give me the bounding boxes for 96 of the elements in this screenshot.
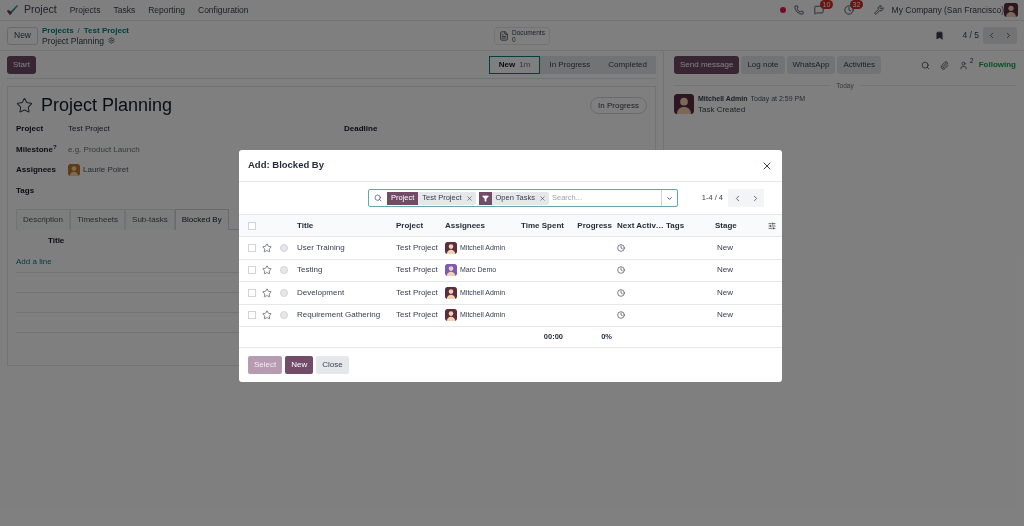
table-cell-text: New <box>716 264 734 277</box>
column-header: Title <box>48 234 65 247</box>
record-name: Project Planning <box>42 35 104 46</box>
chatter-button[interactable]: Send message <box>674 56 740 74</box>
column-header[interactable]: Next Activ… <box>612 219 666 232</box>
star-icon[interactable] <box>262 242 272 253</box>
task-title: Project Planning <box>41 94 173 117</box>
table-cell-text: Requirement Gathering <box>297 309 382 322</box>
menu-item[interactable]: Configuration <box>198 3 249 17</box>
stage-button[interactable]: New 1m <box>488 55 541 74</box>
table-cell-text: Test Project <box>396 264 439 277</box>
column-header[interactable]: Progress <box>563 219 612 232</box>
breadcrumb-separator: / <box>77 25 80 36</box>
search-icon[interactable] <box>920 60 930 70</box>
tab[interactable]: Blocked By <box>174 209 229 230</box>
user-avatar <box>1004 3 1018 17</box>
messages-icon[interactable] <box>813 5 824 15</box>
remove-icon[interactable] <box>465 194 473 202</box>
chatter-button[interactable]: Activities <box>837 56 881 74</box>
clock-icon[interactable] <box>617 288 625 297</box>
assignee-name[interactable]: Laurie Poiret <box>83 164 129 177</box>
activities-icon[interactable] <box>843 5 854 15</box>
clock-icon[interactable] <box>617 311 625 320</box>
field-label: Milestone$^{?}$ <box>16 143 58 156</box>
column-settings-icon[interactable] <box>768 221 776 230</box>
menu-item[interactable]: Reporting <box>148 3 185 17</box>
row-checkbox[interactable] <box>248 243 256 252</box>
chatter-button[interactable]: WhatsApp <box>786 56 836 74</box>
clock-icon[interactable] <box>617 266 625 275</box>
chevron-right-icon <box>1004 31 1013 40</box>
remove-icon[interactable] <box>539 194 546 202</box>
star-icon[interactable] <box>262 265 272 276</box>
column-header[interactable]: Stage <box>715 219 763 232</box>
row-checkbox[interactable] <box>248 311 256 320</box>
record-pager: 4 / 5 <box>962 29 979 42</box>
settings-icon[interactable] <box>107 37 115 44</box>
column-header[interactable]: Title <box>297 219 396 232</box>
row-checkbox[interactable] <box>248 288 256 297</box>
star-icon[interactable] <box>262 287 272 298</box>
field-label: Project <box>16 123 45 136</box>
chevron-left-icon <box>987 31 996 40</box>
document-icon <box>499 30 510 41</box>
milestone-field[interactable]: e.g. Product Launch <box>68 143 140 156</box>
following-button[interactable]: Following <box>978 59 1016 71</box>
field-label: Assignees <box>16 164 58 177</box>
followers-icon[interactable] <box>958 60 968 70</box>
message-body: Task Created <box>698 104 747 117</box>
company-switcher[interactable]: My Company (San Francisco) <box>891 3 1004 17</box>
app-name[interactable]: Project <box>24 2 57 18</box>
field-label: Deadline <box>344 123 378 136</box>
breadcrumb-link[interactable]: Test Project <box>83 25 130 36</box>
table-cell-text: New <box>716 241 734 254</box>
start-button[interactable]: Start <box>7 55 36 74</box>
column-header[interactable]: Project <box>396 219 445 232</box>
dialog-title: Add: Blocked By <box>248 158 324 173</box>
author-avatar <box>674 93 694 114</box>
table-cell-text: Test Project <box>396 309 439 322</box>
menu-item[interactable]: Tasks <box>113 3 136 17</box>
table-cell-text: Development <box>297 286 346 299</box>
field-label: Tags <box>16 184 36 197</box>
table-cell-text: User Training <box>297 241 346 254</box>
table-cell-text: Test Project <box>396 286 439 299</box>
dialog-button[interactable]: Close <box>316 356 349 374</box>
phone-icon[interactable] <box>793 5 804 15</box>
bookmark-icon[interactable] <box>935 31 945 40</box>
debug-icon[interactable] <box>873 5 884 15</box>
new-button[interactable]: New <box>7 26 38 45</box>
table-cell-text: Test Project <box>396 241 439 254</box>
select-all-checkbox[interactable] <box>248 221 256 230</box>
add-line-link[interactable]: Add a line <box>16 255 52 268</box>
paperclip-icon[interactable] <box>939 60 949 70</box>
column-header[interactable]: Time Spent <box>521 219 563 232</box>
column-header[interactable]: Assignees <box>445 219 521 232</box>
star-icon[interactable] <box>16 97 33 114</box>
chatter-button[interactable]: Log note <box>741 56 785 74</box>
stage-button[interactable]: In Progress <box>540 55 600 74</box>
tab[interactable]: Sub-tasks <box>125 209 175 230</box>
field-value[interactable]: Test Project <box>68 123 110 136</box>
row-checkbox[interactable] <box>248 266 256 275</box>
tab[interactable]: Description <box>16 209 70 230</box>
tab[interactable]: Timesheets <box>70 209 126 230</box>
dialog-button[interactable]: New <box>285 356 314 374</box>
clock-icon[interactable] <box>617 243 625 252</box>
column-header[interactable]: Tags <box>666 219 715 232</box>
stage-button[interactable]: Completed <box>599 55 656 74</box>
table-cell-text: Testing <box>297 264 324 277</box>
logo-icon[interactable] <box>6 4 19 16</box>
table-cell-text: New <box>716 309 734 322</box>
table-cell-text: New <box>716 286 734 299</box>
star-icon[interactable] <box>262 310 272 321</box>
menu-item[interactable]: Projects <box>69 3 101 17</box>
avatar-icon <box>68 164 80 177</box>
dropdown-icon[interactable] <box>666 194 673 202</box>
search-icon <box>374 194 382 202</box>
filter-icon <box>481 194 489 202</box>
breadcrumb-link[interactable]: Projects <box>42 25 74 36</box>
